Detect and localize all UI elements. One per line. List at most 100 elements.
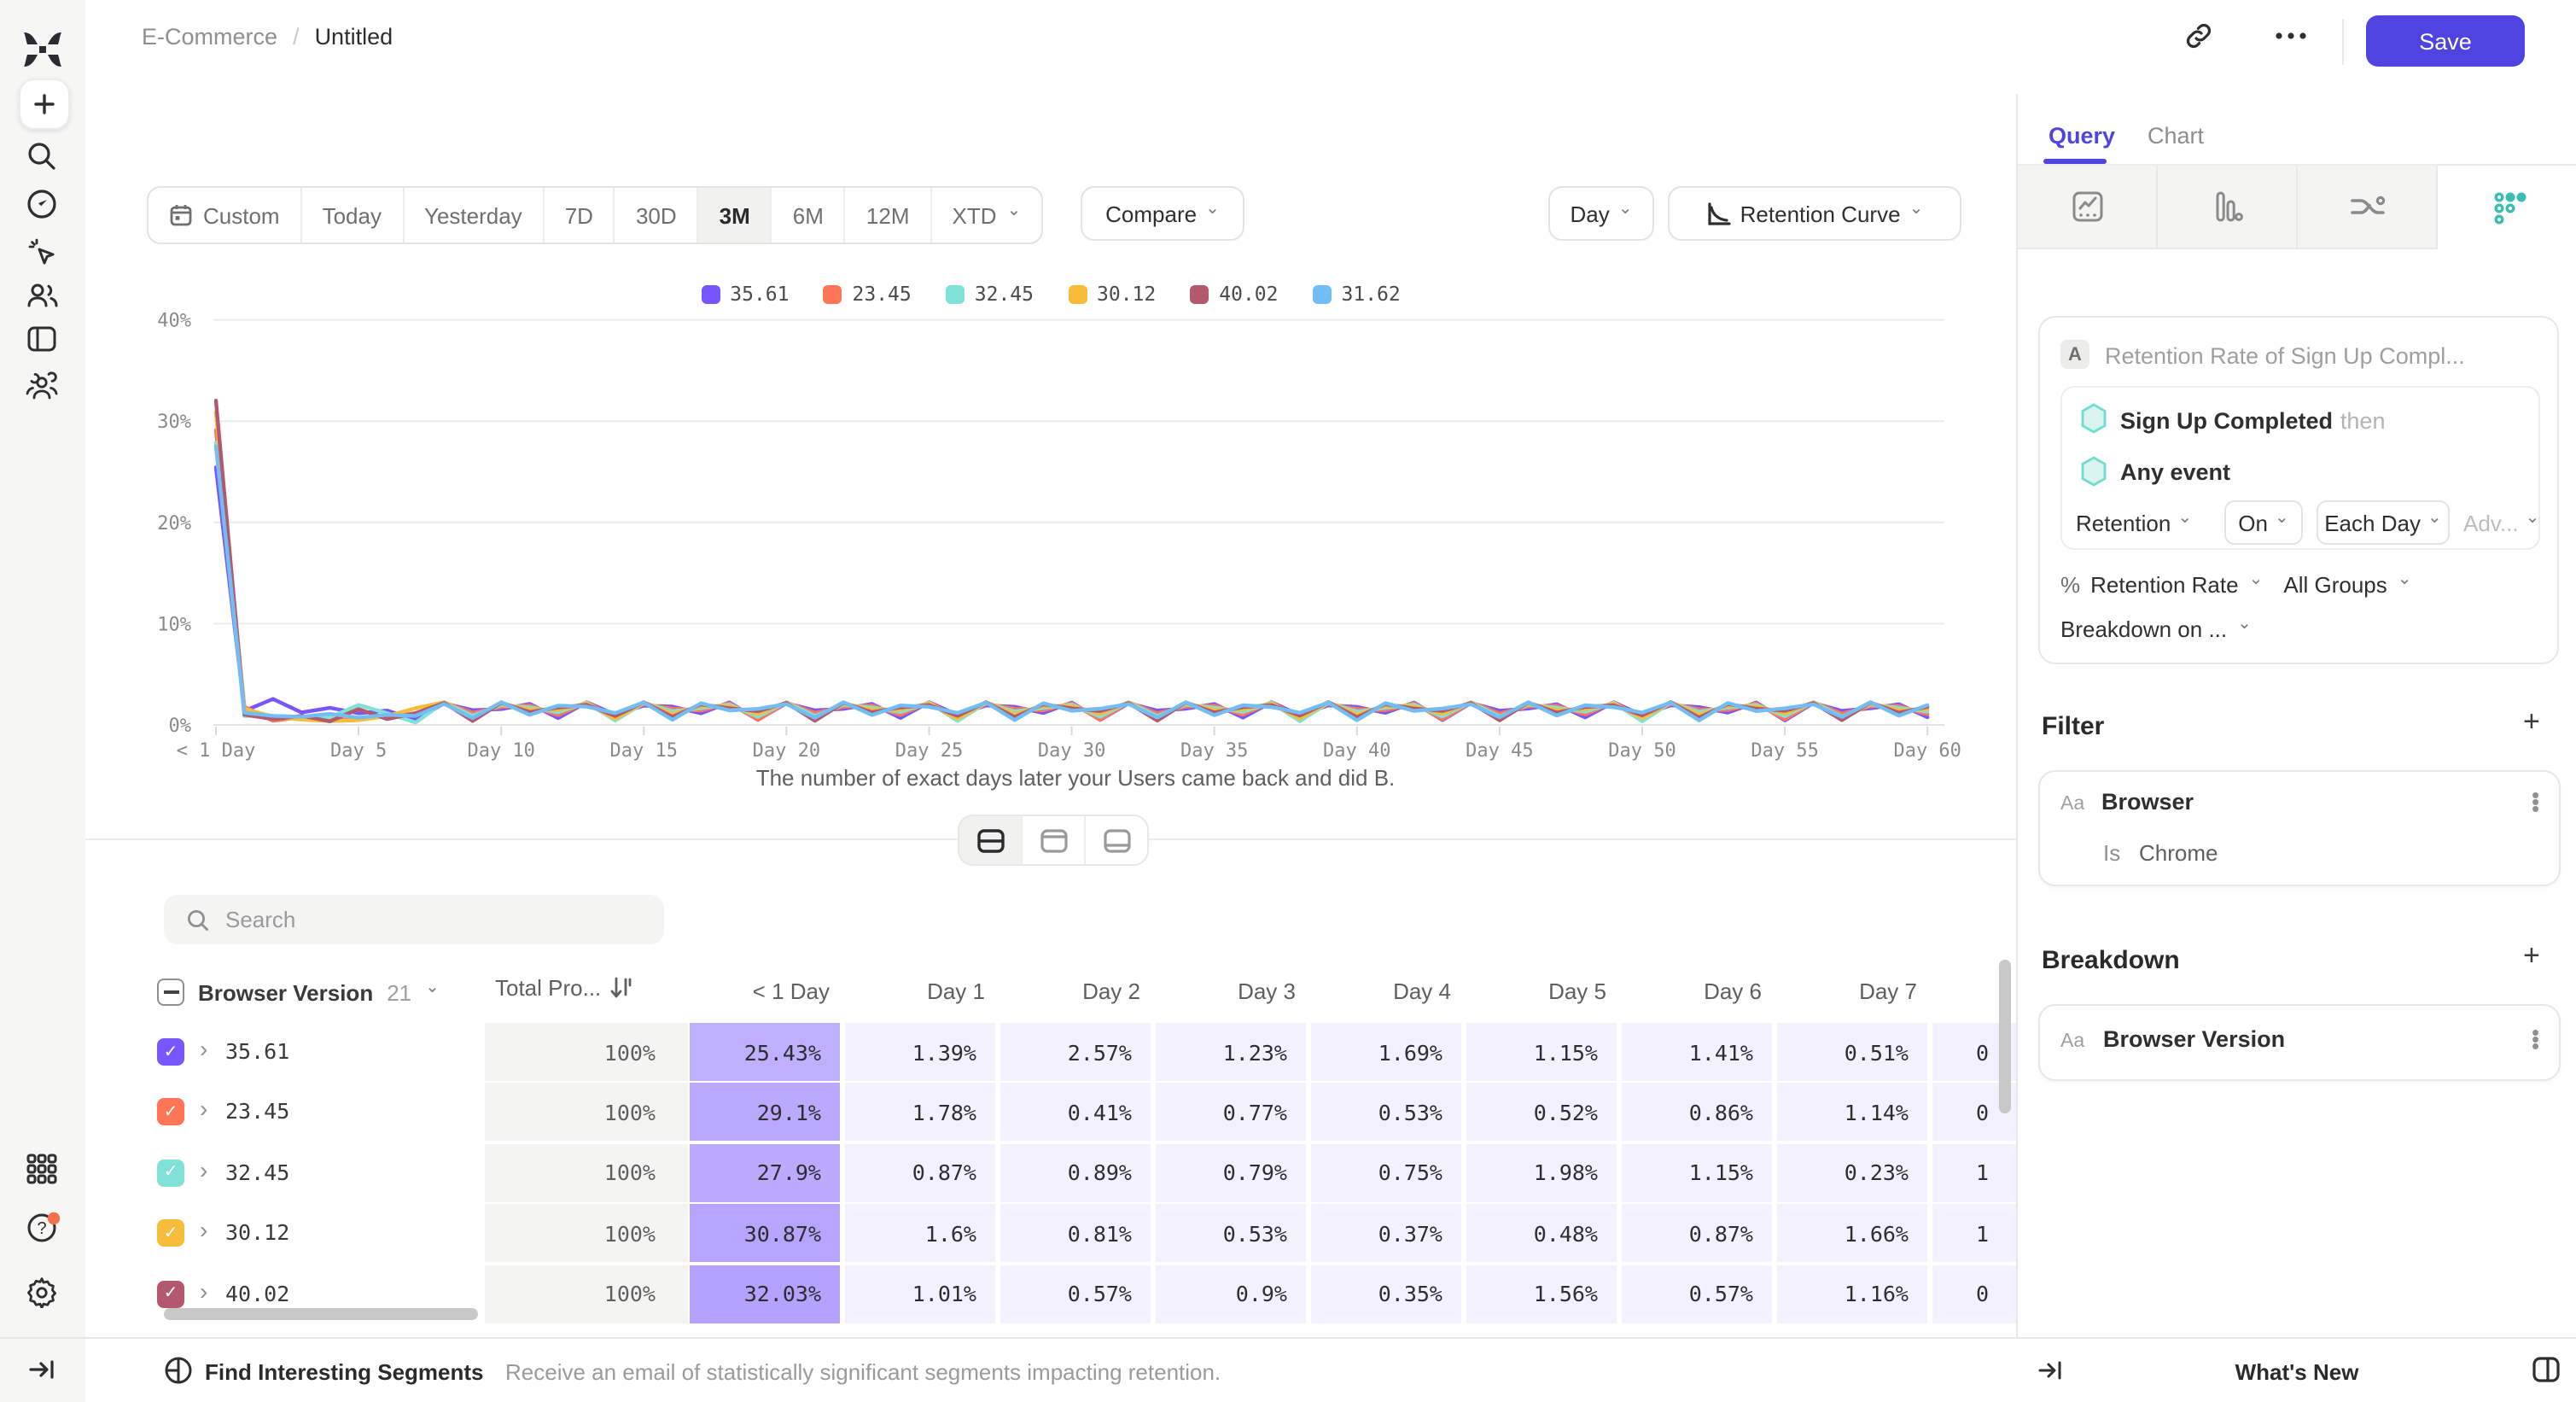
chart-type-dropdown[interactable]: Retention Curve⌄: [1668, 186, 1961, 241]
range-3m[interactable]: 3M: [699, 188, 772, 242]
chevron-down-icon: ⌄: [2177, 514, 2192, 524]
range-7d[interactable]: 7D: [545, 188, 615, 242]
help-icon[interactable]: ?: [26, 1211, 63, 1245]
find-segments-button[interactable]: Find Interesting Segments: [205, 1359, 484, 1385]
breakdown-heading: Breakdown: [2042, 946, 2180, 975]
breadcrumb-separator: /: [293, 24, 300, 50]
report-flows-tab[interactable]: [2298, 166, 2438, 249]
search-input[interactable]: [164, 895, 664, 944]
report-insights-tab[interactable]: [2018, 166, 2158, 249]
breakdown-card[interactable]: Aa Browser Version •••: [2038, 1004, 2561, 1081]
row-expander-icon[interactable]: ›: [200, 1095, 207, 1123]
filter-value[interactable]: Chrome: [2139, 840, 2218, 866]
mixpanel-logo[interactable]: [20, 29, 65, 70]
breadcrumb-title[interactable]: Untitled: [315, 24, 393, 50]
row-expander-icon[interactable]: ›: [200, 1276, 207, 1304]
layout-table-toggle[interactable]: [1086, 816, 1147, 864]
cohorts-icon[interactable]: [24, 371, 60, 403]
row-checkbox[interactable]: ✓: [157, 1099, 184, 1126]
row-label: 40.02: [225, 1280, 289, 1306]
event2-name[interactable]: Any event: [2120, 459, 2230, 485]
filter-operator[interactable]: Is: [2103, 840, 2120, 866]
range-label: Yesterday: [424, 202, 522, 228]
bottom-view-icon: [1102, 827, 1131, 853]
settings-gear-icon[interactable]: [26, 1276, 58, 1308]
events-cursor-icon[interactable]: [26, 236, 58, 268]
report-funnels-tab[interactable]: [2158, 166, 2298, 249]
event1-name[interactable]: Sign Up Completed: [2120, 408, 2333, 434]
granularity-dropdown[interactable]: Day⌄: [1548, 186, 1654, 241]
row-checkbox[interactable]: ✓: [157, 1038, 184, 1066]
search-nav-icon[interactable]: [26, 140, 58, 172]
tab-query[interactable]: Query: [2049, 123, 2115, 149]
breakdown-property[interactable]: Browser Version: [2103, 1026, 2285, 1052]
row-expander-icon[interactable]: ›: [200, 1216, 207, 1243]
compare-button[interactable]: Compare⌄: [1081, 186, 1244, 241]
chart-subtitle: The number of exact days later your User…: [171, 765, 1980, 791]
series-line-31.62: [216, 447, 1927, 721]
day-column-header: Day 4: [1314, 978, 1451, 1004]
save-button[interactable]: Save: [2366, 15, 2525, 67]
toggle-panel-icon[interactable]: [2532, 1356, 2561, 1383]
select-all-checkbox[interactable]: [157, 978, 184, 1006]
tab-chart[interactable]: Chart: [2148, 123, 2204, 149]
add-filter-button[interactable]: +: [2523, 705, 2540, 739]
range-yesterday[interactable]: Yesterday: [404, 188, 545, 242]
total-column-header[interactable]: Total Pro...: [495, 975, 632, 1001]
all-groups-dropdown[interactable]: All Groups: [2283, 571, 2387, 597]
group-column-header[interactable]: Browser Version: [198, 979, 373, 1005]
filter-kebab-icon[interactable]: •••: [2532, 792, 2539, 813]
copy-link-icon[interactable]: [2183, 20, 2214, 51]
explore-compass-icon[interactable]: [26, 188, 58, 220]
whats-new-link[interactable]: What's New: [2018, 1359, 2576, 1385]
range-30d[interactable]: 30D: [615, 188, 699, 242]
users-icon[interactable]: [26, 278, 60, 311]
row-checkbox[interactable]: ✓: [157, 1219, 184, 1247]
row-expander-icon[interactable]: ›: [200, 1156, 207, 1183]
breadcrumb-project[interactable]: E-Commerce: [142, 24, 277, 50]
breakdown-on-dropdown[interactable]: Breakdown on ...⌄: [2060, 611, 2252, 646]
breakdown-kebab-icon[interactable]: •••: [2532, 1030, 2539, 1050]
horizontal-scrollbar[interactable]: [164, 1308, 478, 1320]
filter-card[interactable]: Aa Browser ••• Is Chrome: [2038, 770, 2561, 886]
on-dropdown[interactable]: On⌄: [2224, 500, 2303, 545]
sort-descending-icon[interactable]: [609, 975, 632, 1001]
svg-text:Day 30: Day 30: [1038, 740, 1105, 762]
range-today[interactable]: Today: [302, 188, 404, 242]
more-options-icon[interactable]: [2274, 31, 2308, 41]
svg-text:Day 5: Day 5: [330, 740, 387, 762]
range-custom[interactable]: Custom: [149, 188, 302, 242]
range-12m[interactable]: 12M: [846, 188, 932, 242]
value-cell-clipped: 0: [1932, 1265, 2016, 1323]
header-vdivider: [2342, 19, 2344, 65]
filter-property[interactable]: Browser: [2101, 789, 2194, 815]
retention-icon: [2489, 189, 2526, 226]
chevron-down-icon: ⌄: [1909, 205, 1924, 215]
create-new-button[interactable]: [19, 79, 70, 130]
report-retention-tab[interactable]: [2438, 166, 2576, 249]
range-6m[interactable]: 6M: [772, 188, 846, 242]
advanced-dropdown[interactable]: Adv...⌄: [2463, 500, 2539, 545]
series-line-23.45: [216, 430, 1927, 721]
row-expander-icon[interactable]: ›: [200, 1035, 207, 1062]
row-checkbox[interactable]: ✓: [157, 1280, 184, 1307]
value-cell: 1.56%: [1466, 1265, 1617, 1323]
vertical-scrollbar[interactable]: [1999, 960, 2011, 1113]
group-count: 21: [387, 979, 411, 1005]
svg-text:< 1 Day: < 1 Day: [177, 740, 256, 762]
value-cell: 0.52%: [1466, 1084, 1617, 1142]
query-title[interactable]: Retention Rate of Sign Up Compl...: [2105, 343, 2465, 369]
svg-text:Day 20: Day 20: [753, 740, 820, 762]
value-cell: 1.15%: [1621, 1144, 1772, 1202]
add-breakdown-button[interactable]: +: [2523, 939, 2540, 973]
collapse-sidebar-icon[interactable]: [27, 1356, 56, 1383]
layout-split-toggle[interactable]: [959, 816, 1023, 864]
row-checkbox[interactable]: ✓: [157, 1160, 184, 1187]
retention-rate-dropdown[interactable]: Retention Rate: [2090, 571, 2238, 597]
apps-grid-icon[interactable]: [26, 1153, 58, 1185]
range-xtd[interactable]: XTD⌄: [932, 188, 1042, 242]
boards-icon[interactable]: [26, 323, 58, 355]
each-day-dropdown[interactable]: Each Day⌄: [2317, 500, 2450, 545]
retention-type-dropdown[interactable]: Retention⌄: [2076, 500, 2192, 545]
layout-chart-toggle[interactable]: [1023, 816, 1086, 864]
